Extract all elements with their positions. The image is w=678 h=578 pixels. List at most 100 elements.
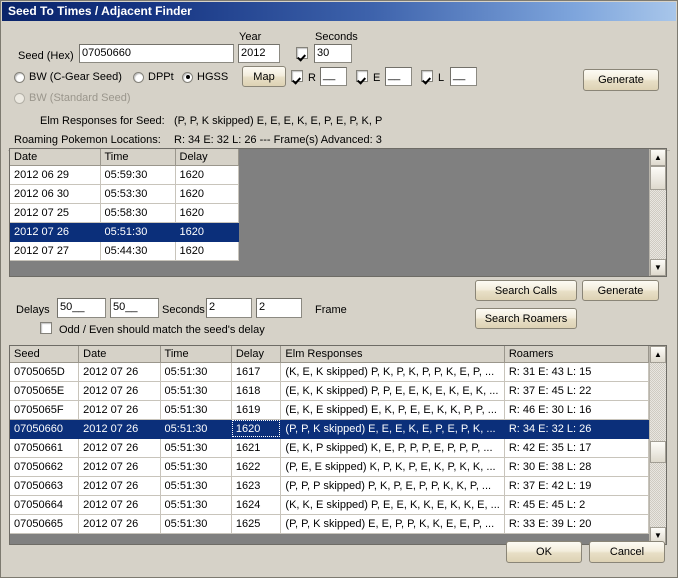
e-checkbox[interactable] [356, 70, 368, 82]
results-col-roamers[interactable]: Roamers [504, 346, 649, 363]
cell-time: 05:51:30 [160, 514, 232, 534]
cell-delay: 1620 [175, 241, 239, 261]
radio-dppt-label: DPPt [148, 71, 174, 83]
radio-dppt[interactable]: DPPt [133, 71, 174, 83]
results-col-date[interactable]: Date [78, 346, 161, 363]
ok-button[interactable]: OK [506, 541, 582, 563]
cell-roamers: R: 33 E: 39 L: 20 [504, 514, 649, 534]
cell-time: 05:51:30 [100, 222, 176, 242]
seconds-label: Seconds [315, 31, 358, 43]
times-col-delay[interactable]: Delay [175, 149, 239, 166]
radio-bw-standard: BW (Standard Seed) [14, 92, 131, 104]
seed-input[interactable]: 07050660 [79, 44, 234, 63]
r-checkbox-box [291, 70, 303, 82]
table-row[interactable]: 0705065D 2012 07 26 05:51:30 1617 (K, E,… [10, 362, 649, 382]
year-input[interactable]: 2012 [238, 44, 280, 63]
cell-roamers: R: 31 E: 43 L: 15 [504, 362, 649, 382]
cell-delay: 1618 [231, 381, 282, 401]
cell-seed: 07050664 [10, 495, 80, 515]
cell-delay: 1624 [231, 495, 282, 515]
cell-time: 05:51:30 [160, 400, 232, 420]
frame-label: Frame [315, 304, 347, 316]
window-title-bar: Seed To Times / Adjacent Finder [2, 2, 676, 21]
l-checkbox-box [421, 70, 433, 82]
odd-even-label: Odd / Even should match the seed's delay [59, 324, 265, 336]
cell-time: 05:53:30 [100, 184, 176, 204]
window-title: Seed To Times / Adjacent Finder [8, 4, 192, 18]
search-calls-button[interactable]: Search Calls [475, 280, 577, 301]
results-scroll-up-arrow[interactable]: ▲ [650, 346, 666, 363]
times-scroll-down-arrow[interactable]: ▼ [650, 259, 666, 276]
results-col-seed[interactable]: Seed [10, 346, 80, 363]
radio-bw-standard-label: BW (Standard Seed) [29, 92, 131, 104]
cell-elm: (E, K, E skipped) E, K, P, E, E, K, K, P… [280, 400, 505, 420]
odd-even-checkbox[interactable] [40, 322, 52, 334]
r-input[interactable]: __ [320, 67, 347, 86]
times-grid[interactable]: Date Time Delay 2012 06 29 05:59:30 1620… [9, 148, 667, 277]
table-row[interactable]: 07050662 2012 07 26 05:51:30 1622 (P, E,… [10, 457, 649, 477]
radio-bw-standard-dot [14, 92, 25, 104]
results-grid[interactable]: Seed Date Time Delay Elm Responses Roame… [9, 345, 667, 545]
table-row[interactable]: 0705065F 2012 07 26 05:51:30 1619 (E, K,… [10, 400, 649, 420]
radio-hgss[interactable]: HGSS [182, 71, 228, 83]
table-row[interactable]: 0705065E 2012 07 26 05:51:30 1618 (E, K,… [10, 381, 649, 401]
table-row[interactable]: 07050665 2012 07 26 05:51:30 1625 (P, P,… [10, 514, 649, 534]
e-checkbox-box [356, 70, 368, 82]
seconds-input[interactable]: 30 [314, 44, 352, 63]
cell-delay: 1620 [175, 203, 239, 223]
times-header-row: Date Time Delay [10, 149, 239, 166]
cell-roamers: R: 42 E: 35 L: 17 [504, 438, 649, 458]
results-col-delay[interactable]: Delay [231, 346, 282, 363]
window-client-area: Seed (Hex) 07050660 Year 2012 Seconds 30… [2, 22, 676, 576]
cell-delay: 1617 [231, 362, 282, 382]
table-row[interactable]: 2012 06 30 05:53:30 1620 [10, 184, 239, 204]
cell-delay: 1621 [231, 438, 282, 458]
seconds-minus-input[interactable]: 2 [206, 298, 252, 318]
table-row[interactable]: 07050664 2012 07 26 05:51:30 1624 (K, K,… [10, 495, 649, 515]
radio-hgss-label: HGSS [197, 71, 229, 83]
r-checkbox[interactable] [291, 70, 303, 82]
results-col-elm[interactable]: Elm Responses [280, 346, 505, 363]
radio-bw-cgear[interactable]: BW (C-Gear Seed) [14, 71, 122, 83]
l-checkbox[interactable] [421, 70, 433, 82]
l-input[interactable]: __ [450, 67, 477, 86]
results-grid-scrollbar[interactable]: ▲ ▼ [649, 346, 666, 544]
seconds-checkbox-box [296, 47, 308, 59]
times-col-date[interactable]: Date [10, 149, 101, 166]
results-col-time[interactable]: Time [160, 346, 232, 363]
table-row[interactable]: 2012 06 29 05:59:30 1620 [10, 165, 239, 185]
generate-button-bottom[interactable]: Generate [582, 280, 659, 301]
table-row[interactable]: 07050661 2012 07 26 05:51:30 1621 (E, K,… [10, 438, 649, 458]
roaming-locations-label: Roaming Pokemon Locations: [14, 134, 161, 146]
table-row-selected[interactable]: 07050660 2012 07 26 05:51:30 1620 (P, P,… [10, 419, 649, 439]
cell-delay: 1622 [231, 457, 282, 477]
table-row-selected[interactable]: 2012 07 26 05:51:30 1620 [10, 222, 239, 242]
search-roamers-button[interactable]: Search Roamers [475, 308, 577, 329]
cell-roamers: R: 37 E: 45 L: 22 [504, 381, 649, 401]
generate-button-top[interactable]: Generate [583, 69, 659, 91]
times-grid-scrollbar[interactable]: ▲ ▼ [649, 149, 666, 276]
cell-elm: (P, P, P skipped) P, K, P, E, P, P, K, K… [280, 476, 505, 496]
times-scroll-up-arrow[interactable]: ▲ [650, 149, 666, 166]
cell-seed: 07050660 [10, 419, 80, 439]
e-input[interactable]: __ [385, 67, 412, 86]
times-col-time[interactable]: Time [100, 149, 176, 166]
times-scrollbar-thumb[interactable] [650, 166, 666, 190]
seconds-plus-input[interactable]: 2 [256, 298, 302, 318]
table-row[interactable]: 2012 07 25 05:58:30 1620 [10, 203, 239, 223]
odd-even-checkbox-box [40, 322, 52, 334]
table-row[interactable]: 07050663 2012 07 26 05:51:30 1623 (P, P,… [10, 476, 649, 496]
cancel-button[interactable]: Cancel [589, 541, 665, 563]
year-label: Year [239, 31, 262, 43]
cell-date: 2012 06 30 [10, 184, 101, 204]
seconds-checkbox[interactable] [296, 47, 308, 59]
table-row[interactable]: 2012 07 27 05:44:30 1620 [10, 241, 239, 261]
times-grid-viewport: Date Time Delay 2012 06 29 05:59:30 1620… [10, 149, 649, 276]
delays-plus-input[interactable]: 50__ [110, 298, 159, 318]
map-button[interactable]: Map [242, 66, 286, 87]
cell-date: 2012 07 26 [78, 381, 161, 401]
delays-minus-input[interactable]: 50__ [57, 298, 106, 318]
results-scrollbar-thumb[interactable] [650, 441, 666, 463]
cell-elm: (K, K, E skipped) P, E, E, K, K, E, K, K… [280, 495, 505, 515]
cell-time: 05:58:30 [100, 203, 176, 223]
